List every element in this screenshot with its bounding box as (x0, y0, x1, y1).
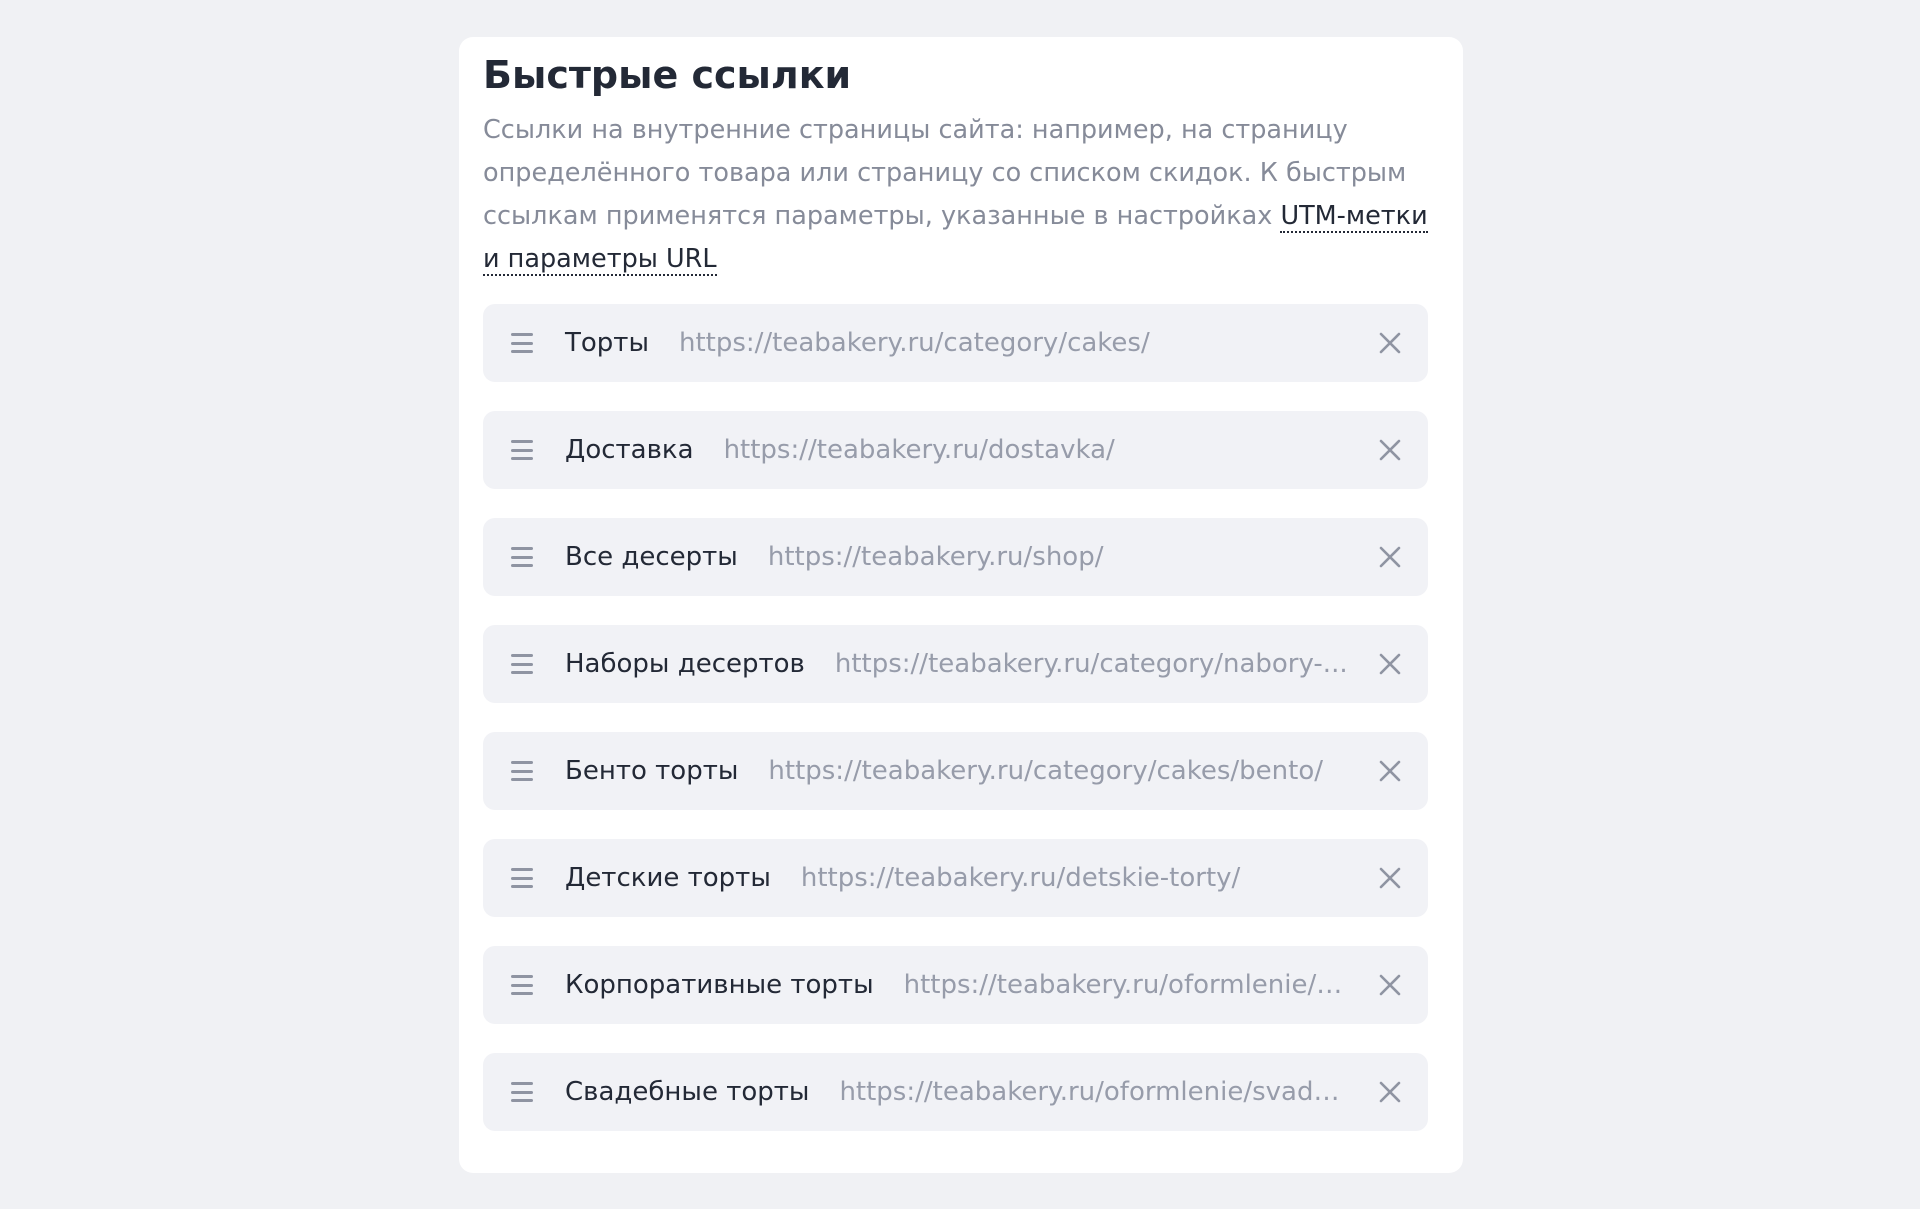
quick-link-url[interactable]: https://teabakery.ru/category/cakes/ (679, 328, 1350, 358)
quick-links-card: Быстрые ссылки Ссылки на внутренние стра… (459, 37, 1463, 1173)
quick-link-name[interactable]: Наборы десертов (565, 649, 805, 679)
close-icon[interactable] (1370, 965, 1410, 1005)
quick-link-url[interactable]: https://teabakery.ru/shop/ (768, 542, 1350, 572)
drag-handle-icon[interactable] (511, 440, 533, 460)
drag-handle-icon[interactable] (511, 333, 533, 353)
drag-handle-icon[interactable] (511, 654, 533, 674)
quick-link-name[interactable]: Бенто торты (565, 756, 738, 786)
quick-link-url[interactable]: https://teabakery.ru/oformlenie/k... (904, 970, 1350, 1000)
drag-handle-icon[interactable] (511, 1082, 533, 1102)
section-description: Ссылки на внутренние страницы сайта: нап… (483, 109, 1441, 281)
quick-link-name[interactable]: Свадебные торты (565, 1077, 809, 1107)
drag-handle-icon[interactable] (511, 975, 533, 995)
quick-link-name[interactable]: Корпоративные торты (565, 970, 874, 1000)
close-icon[interactable] (1370, 430, 1410, 470)
quick-link-name[interactable]: Детские торты (565, 863, 771, 893)
quick-link-row[interactable]: Детские торты https://teabakery.ru/detsk… (483, 839, 1428, 917)
quick-link-row[interactable]: Свадебные торты https://teabakery.ru/ofo… (483, 1053, 1428, 1131)
drag-handle-icon[interactable] (511, 868, 533, 888)
section-title: Быстрые ссылки (483, 53, 852, 97)
quick-link-name[interactable]: Торты (565, 328, 649, 358)
quick-link-name[interactable]: Все десерты (565, 542, 738, 572)
close-icon[interactable] (1370, 751, 1410, 791)
quick-link-url[interactable]: https://teabakery.ru/dostavka/ (724, 435, 1350, 465)
quick-links-list: Торты https://teabakery.ru/category/cake… (483, 304, 1428, 1160)
quick-link-url[interactable]: https://teabakery.ru/detskie-torty/ (801, 863, 1350, 893)
drag-handle-icon[interactable] (511, 761, 533, 781)
close-icon[interactable] (1370, 1072, 1410, 1112)
quick-link-url[interactable]: https://teabakery.ru/oformlenie/svade... (839, 1077, 1350, 1107)
quick-link-row[interactable]: Корпоративные торты https://teabakery.ru… (483, 946, 1428, 1024)
close-icon[interactable] (1370, 537, 1410, 577)
quick-link-row[interactable]: Доставка https://teabakery.ru/dostavka/ (483, 411, 1428, 489)
close-icon[interactable] (1370, 644, 1410, 684)
quick-link-row[interactable]: Бенто торты https://teabakery.ru/categor… (483, 732, 1428, 810)
description-text: Ссылки на внутренние страницы сайта: нап… (483, 115, 1407, 231)
quick-link-row[interactable]: Торты https://teabakery.ru/category/cake… (483, 304, 1428, 382)
close-icon[interactable] (1370, 858, 1410, 898)
quick-link-name[interactable]: Доставка (565, 435, 694, 465)
quick-link-row[interactable]: Наборы десертов https://teabakery.ru/cat… (483, 625, 1428, 703)
close-icon[interactable] (1370, 323, 1410, 363)
quick-link-url[interactable]: https://teabakery.ru/category/cakes/bent… (768, 756, 1350, 786)
quick-link-row[interactable]: Все десерты https://teabakery.ru/shop/ (483, 518, 1428, 596)
drag-handle-icon[interactable] (511, 547, 533, 567)
quick-link-url[interactable]: https://teabakery.ru/category/nabory-... (835, 649, 1350, 679)
